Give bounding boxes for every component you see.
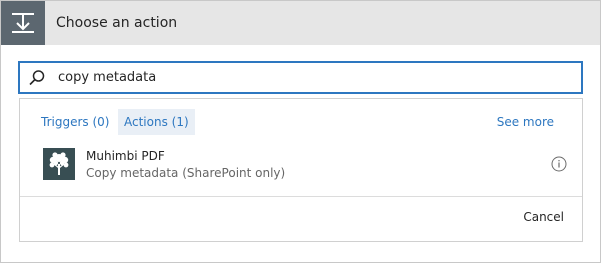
list-item[interactable]: Muhimbi PDF Copy metadata (SharePoint on… (20, 143, 582, 187)
results-panel: Triggers (0) Actions (1) See more Muhimb… (19, 98, 583, 242)
search-box[interactable] (18, 61, 583, 94)
info-icon[interactable] (551, 156, 567, 172)
search-input[interactable] (58, 67, 558, 87)
muhimbi-tree-logo-icon (43, 148, 75, 180)
search-icon (28, 69, 46, 91)
page-title: Choose an action (56, 15, 178, 31)
tab-actions[interactable]: Actions (1) (118, 109, 195, 135)
action-title: Muhimbi PDF (86, 149, 165, 163)
action-step-icon (1, 1, 45, 45)
action-subtitle: Copy metadata (SharePoint only) (86, 166, 286, 180)
cancel-button[interactable]: Cancel (523, 210, 564, 225)
choose-action-card: Choose an action Triggers (0) Actions (1… (0, 0, 601, 263)
tab-triggers[interactable]: Triggers (0) (41, 109, 109, 135)
see-more-link[interactable]: See more (497, 109, 554, 135)
footer-divider (20, 196, 582, 197)
card-header: Choose an action (1, 1, 600, 45)
